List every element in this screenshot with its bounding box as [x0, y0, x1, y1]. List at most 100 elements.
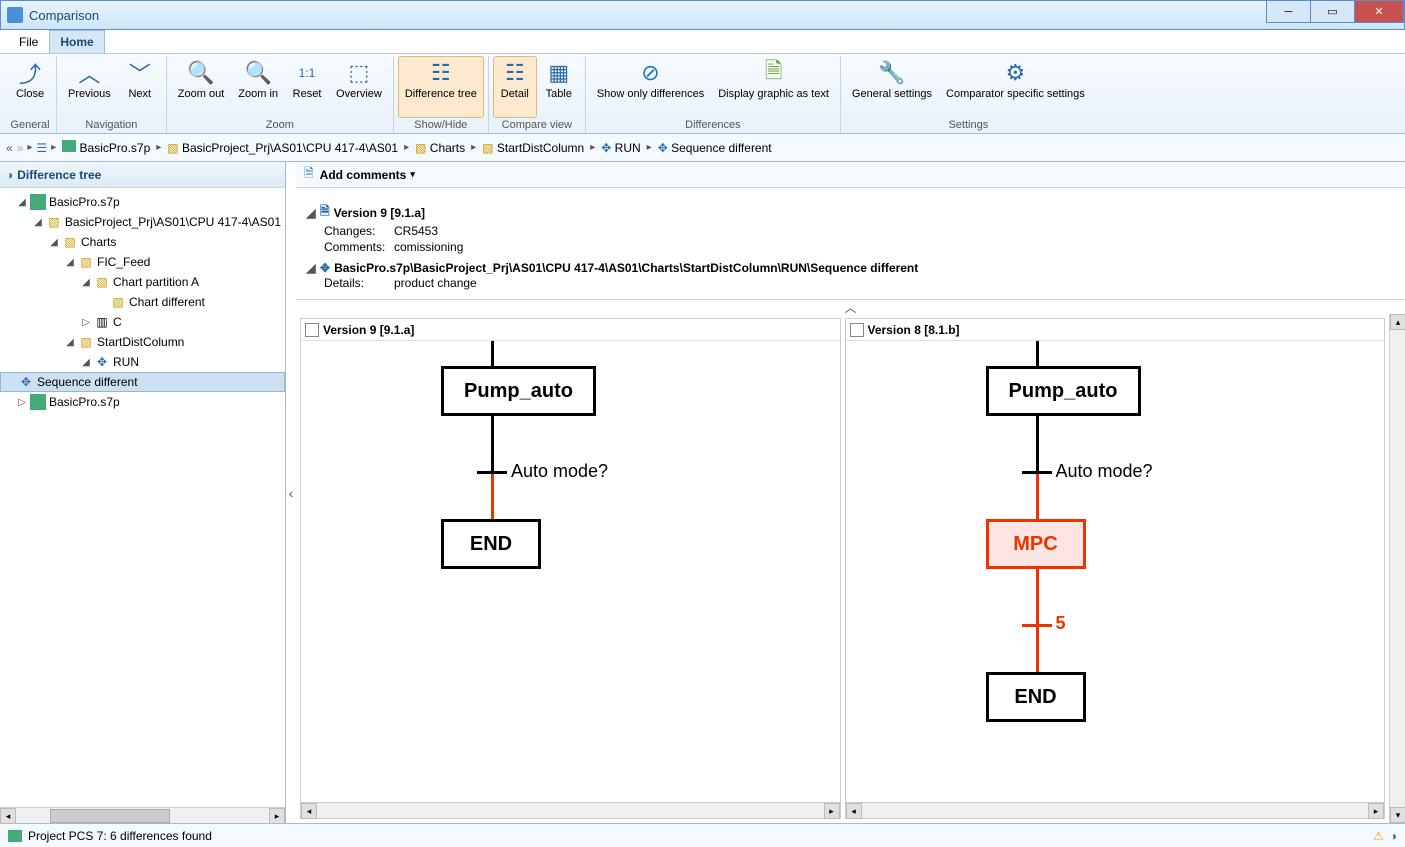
diagram-right-canvas[interactable]: Pump_auto Auto mode? MPC 5 END	[846, 341, 1385, 802]
details-path-header[interactable]: ◢✥BasicPro.s7p\BasicProject_Prj\AS01\CPU…	[306, 261, 1395, 275]
crumb-charts[interactable]: ▧ Charts	[413, 139, 467, 157]
crumb-project[interactable]: BasicPro.s7p	[60, 138, 152, 157]
tree-item-chart-partition-a[interactable]: ◢▧Chart partition A	[0, 272, 285, 292]
expander-icon[interactable]: ◢	[48, 237, 60, 248]
flow-transition-5-label: 5	[1056, 613, 1066, 634]
info-icon[interactable]: ◑	[1390, 829, 1397, 843]
scroll-up-button[interactable]: ▴	[1390, 314, 1405, 330]
details-collapse-handle[interactable]: ︿	[296, 300, 1405, 314]
list-view-icon[interactable]: ☰	[36, 141, 47, 155]
table-button[interactable]: ▦Table	[537, 56, 581, 118]
close-button[interactable]: ⤴ Close	[8, 56, 52, 118]
details-area: ◢🗎Version 9 [9.1.a] Changes:CR5453 Comme…	[296, 188, 1405, 300]
tree-h-scrollbar[interactable]: ◂ ▸	[0, 807, 285, 823]
diagram-left: Version 9 [9.1.a] Pump_auto Auto mode? E…	[300, 318, 841, 819]
tab-home[interactable]: Home	[49, 30, 104, 53]
next-label: Next	[128, 89, 151, 100]
chart-icon: ▧	[482, 141, 493, 155]
sidebar-collapse-handle[interactable]: ‹	[286, 162, 296, 823]
tree-item-fic-feed[interactable]: ◢▧FIC_Feed	[0, 252, 285, 272]
nav-forward-icon[interactable]: »	[17, 141, 24, 155]
scroll-down-button[interactable]: ▾	[1390, 807, 1405, 823]
overview-label: Overview	[336, 89, 382, 100]
version-icon	[850, 323, 864, 337]
flow-step-pump-auto[interactable]: Pump_auto	[986, 366, 1141, 416]
content-v-scrollbar[interactable]: ▴ ▾	[1389, 314, 1405, 823]
zoom-reset-button[interactable]: 1:1Reset	[285, 56, 329, 118]
difference-tree-button[interactable]: ☷Difference tree	[398, 56, 484, 118]
expander-icon[interactable]: ◢	[16, 197, 28, 208]
diagram-right-header: Version 8 [8.1.b]	[846, 319, 1385, 341]
expander-icon[interactable]: ◢	[32, 217, 44, 228]
tree-item-basicpro-2[interactable]: ▷BasicPro.s7p	[0, 392, 285, 412]
diagram-right-h-scrollbar[interactable]: ◂ ▸	[846, 802, 1385, 818]
ribbon-label-showhide: Show/Hide	[398, 119, 484, 133]
difference-tree[interactable]: ◢BasicPro.s7p ◢▧BasicProject_Prj\AS01\CP…	[0, 188, 285, 807]
expander-icon[interactable]: ◢	[64, 337, 76, 348]
crumb-sequence-different[interactable]: ✥ Sequence different	[656, 139, 774, 157]
tree-item-run[interactable]: ◢✥RUN	[0, 352, 285, 372]
zoom-in-button[interactable]: 🔍Zoom in	[231, 56, 285, 118]
tree-item-basicproject[interactable]: ◢▧BasicProject_Prj\AS01\CPU 417-4\AS01	[0, 212, 285, 232]
zoom-out-button[interactable]: 🔍Zoom out	[171, 56, 231, 118]
add-comments-button[interactable]: Add comments▾	[320, 168, 415, 182]
crumb-startdistcolumn[interactable]: ▧ StartDistColumn	[480, 139, 586, 157]
main-area: ◑ Difference tree ◢BasicPro.s7p ◢▧BasicP…	[0, 162, 1405, 823]
tree-item-basicpro[interactable]: ◢BasicPro.s7p	[0, 192, 285, 212]
flow-step-end[interactable]: END	[986, 672, 1086, 722]
expander-icon[interactable]: ◢	[306, 261, 316, 275]
diagram-left-h-scrollbar[interactable]: ◂ ▸	[301, 802, 840, 818]
scroll-right-button[interactable]: ▸	[269, 808, 285, 824]
crumb-run[interactable]: ✥ RUN	[599, 139, 642, 157]
expander-icon[interactable]: ◢	[64, 257, 76, 268]
tree-item-startdistcolumn[interactable]: ◢▧StartDistColumn	[0, 332, 285, 352]
general-settings-button[interactable]: 🔧General settings	[845, 56, 939, 118]
chart-diff-icon: ▧	[110, 294, 126, 310]
comparator-settings-button[interactable]: ⚙Comparator specific settings	[939, 56, 1092, 118]
flow-step-pump-auto[interactable]: Pump_auto	[441, 366, 596, 416]
next-button[interactable]: ﹀Next	[118, 56, 162, 118]
scroll-left-button[interactable]: ◂	[846, 803, 862, 819]
nav-back-icon[interactable]: «	[6, 141, 13, 155]
flow-step-end[interactable]: END	[441, 519, 541, 569]
scroll-right-button[interactable]: ▸	[824, 803, 840, 819]
zoom-out-label: Zoom out	[178, 89, 224, 100]
flow-step-mpc-diff[interactable]: MPC	[986, 519, 1086, 569]
zoom-in-icon: 🔍	[244, 59, 272, 87]
expander-icon[interactable]: ▷	[16, 397, 28, 408]
maximize-button[interactable]: ▭	[1310, 1, 1355, 23]
scroll-left-button[interactable]: ◂	[0, 808, 16, 824]
changes-value: CR5453	[394, 224, 438, 238]
folder-icon: ▧	[46, 214, 62, 230]
expander-icon[interactable]: ▷	[80, 317, 92, 328]
detail-button[interactable]: ☷Detail	[493, 56, 537, 118]
difference-tree-panel: ◑ Difference tree ◢BasicPro.s7p ◢▧BasicP…	[0, 162, 286, 823]
scroll-right-button[interactable]: ▸	[1368, 803, 1384, 819]
tree-item-charts[interactable]: ◢▧Charts	[0, 232, 285, 252]
minimize-button[interactable]: ─	[1266, 1, 1311, 23]
expander-icon[interactable]: ◢	[306, 206, 316, 220]
expander-icon[interactable]: ◢	[80, 357, 92, 368]
scroll-left-button[interactable]: ◂	[301, 803, 317, 819]
display-as-text-button[interactable]: 🗎Display graphic as text	[711, 56, 836, 118]
overview-button[interactable]: ⬚Overview	[329, 56, 389, 118]
crumb-as01[interactable]: ▧ BasicProject_Prj\AS01\CPU 417-4\AS01	[165, 139, 400, 157]
tree-item-chart-different[interactable]: ▧Chart different	[0, 292, 285, 312]
details-version9-header[interactable]: ◢🗎Version 9 [9.1.a]	[306, 202, 1395, 223]
close-window-button[interactable]: ✕	[1354, 1, 1404, 23]
show-only-differences-button[interactable]: ⊘Show only differences	[590, 56, 711, 118]
content-area: 🗎 Add comments▾ ◢🗎Version 9 [9.1.a] Chan…	[296, 162, 1405, 823]
expander-icon[interactable]: ◢	[80, 277, 92, 288]
tab-file[interactable]: File	[8, 30, 49, 53]
ribbon-group-compareview: ☷Detail ▦Table Compare view	[489, 56, 586, 133]
diagram-left-canvas[interactable]: Pump_auto Auto mode? END	[301, 341, 840, 802]
tree-item-c[interactable]: ▷▥C	[0, 312, 285, 332]
run-icon: ✥	[601, 141, 611, 155]
warning-icon[interactable]: ⚠	[1373, 829, 1384, 843]
window-titlebar: Comparison ─ ▭ ✕	[0, 0, 1405, 30]
version-icon	[305, 323, 319, 337]
status-bar: Project PCS 7: 6 differences found ⚠ ◑	[0, 823, 1405, 847]
scroll-thumb[interactable]	[50, 809, 170, 823]
tree-item-sequence-different[interactable]: ✥Sequence different	[0, 372, 285, 392]
previous-button[interactable]: ︿Previous	[61, 56, 118, 118]
